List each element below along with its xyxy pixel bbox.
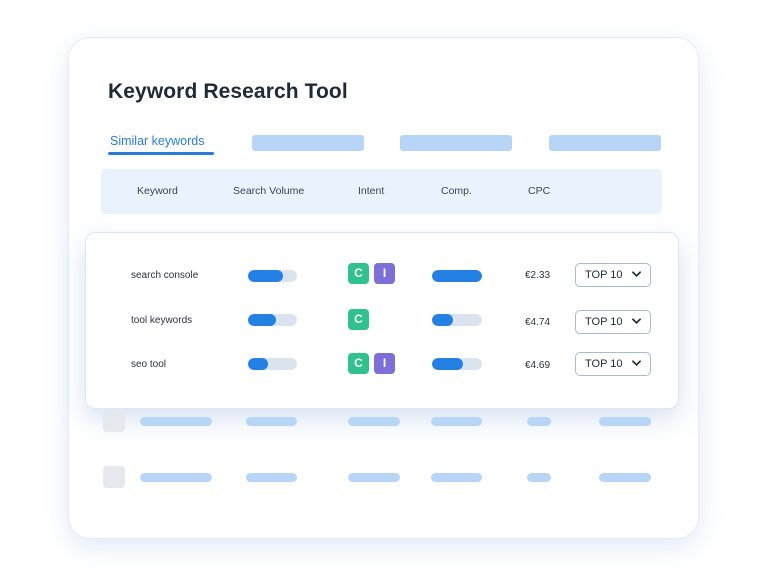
intent-badge-informational: I	[374, 353, 395, 374]
rank-dropdown-value: TOP 10	[585, 316, 623, 328]
row-checkbox[interactable]	[103, 410, 125, 432]
search-volume-fill	[248, 270, 284, 282]
active-tab-indicator	[108, 152, 214, 155]
search-volume-fill	[248, 358, 268, 370]
rank-dropdown[interactable]: TOP 10	[575, 352, 651, 376]
tab-placeholder[interactable]	[252, 135, 364, 151]
search-volume-bar	[248, 314, 297, 326]
placeholder-bar	[599, 417, 651, 426]
competition-bar	[432, 358, 482, 370]
chevron-down-icon	[632, 360, 641, 366]
placeholder-bar	[348, 417, 400, 426]
placeholder-bar	[527, 473, 551, 482]
competition-fill	[432, 314, 453, 326]
rank-dropdown[interactable]: TOP 10	[575, 310, 651, 334]
search-volume-bar	[248, 270, 297, 282]
tab-placeholder[interactable]	[400, 135, 512, 151]
column-header-comp[interactable]: Comp.	[441, 185, 472, 197]
competition-bar	[432, 314, 482, 326]
row-checkbox[interactable]	[103, 466, 125, 488]
placeholder-bar	[599, 473, 651, 482]
column-header-keyword[interactable]: Keyword	[137, 185, 178, 197]
placeholder-bar	[431, 417, 482, 426]
keyword-cell: tool keywords	[131, 315, 193, 326]
chevron-down-icon	[632, 318, 641, 324]
placeholder-bar	[246, 417, 297, 426]
search-volume-fill	[248, 314, 277, 326]
chevron-down-icon	[632, 271, 641, 277]
intent-badge-informational: I	[374, 263, 395, 284]
intent-badge-commercial: C	[348, 353, 369, 374]
competition-bar	[432, 270, 482, 282]
column-header-search-volume[interactable]: Search Volume	[233, 185, 304, 197]
keyword-cell: search console	[131, 270, 199, 281]
placeholder-bar	[431, 473, 482, 482]
rank-dropdown-value: TOP 10	[585, 358, 623, 370]
intent-badge-commercial: C	[348, 263, 369, 284]
intent-badge-commercial: C	[348, 309, 369, 330]
column-header-cpc[interactable]: CPC	[528, 185, 550, 197]
page-title: Keyword Research Tool	[108, 80, 348, 103]
rank-dropdown-value: TOP 10	[585, 269, 623, 281]
cpc-cell: €4.69	[525, 360, 551, 371]
competition-fill	[432, 270, 482, 282]
tab-placeholder[interactable]	[549, 135, 661, 151]
cpc-cell: €4.74	[525, 317, 551, 328]
tab-similar-keywords[interactable]: Similar keywords	[108, 134, 214, 148]
cpc-cell: €2.33	[525, 270, 551, 281]
placeholder-bar	[140, 473, 212, 482]
placeholder-bar	[246, 473, 297, 482]
keyword-cell: seo tool	[131, 359, 167, 370]
competition-fill	[432, 358, 463, 370]
column-header-intent[interactable]: Intent	[358, 185, 384, 197]
placeholder-bar	[348, 473, 400, 482]
search-volume-bar	[248, 358, 297, 370]
placeholder-bar	[140, 417, 212, 426]
rank-dropdown[interactable]: TOP 10	[575, 263, 651, 287]
placeholder-bar	[527, 417, 551, 426]
